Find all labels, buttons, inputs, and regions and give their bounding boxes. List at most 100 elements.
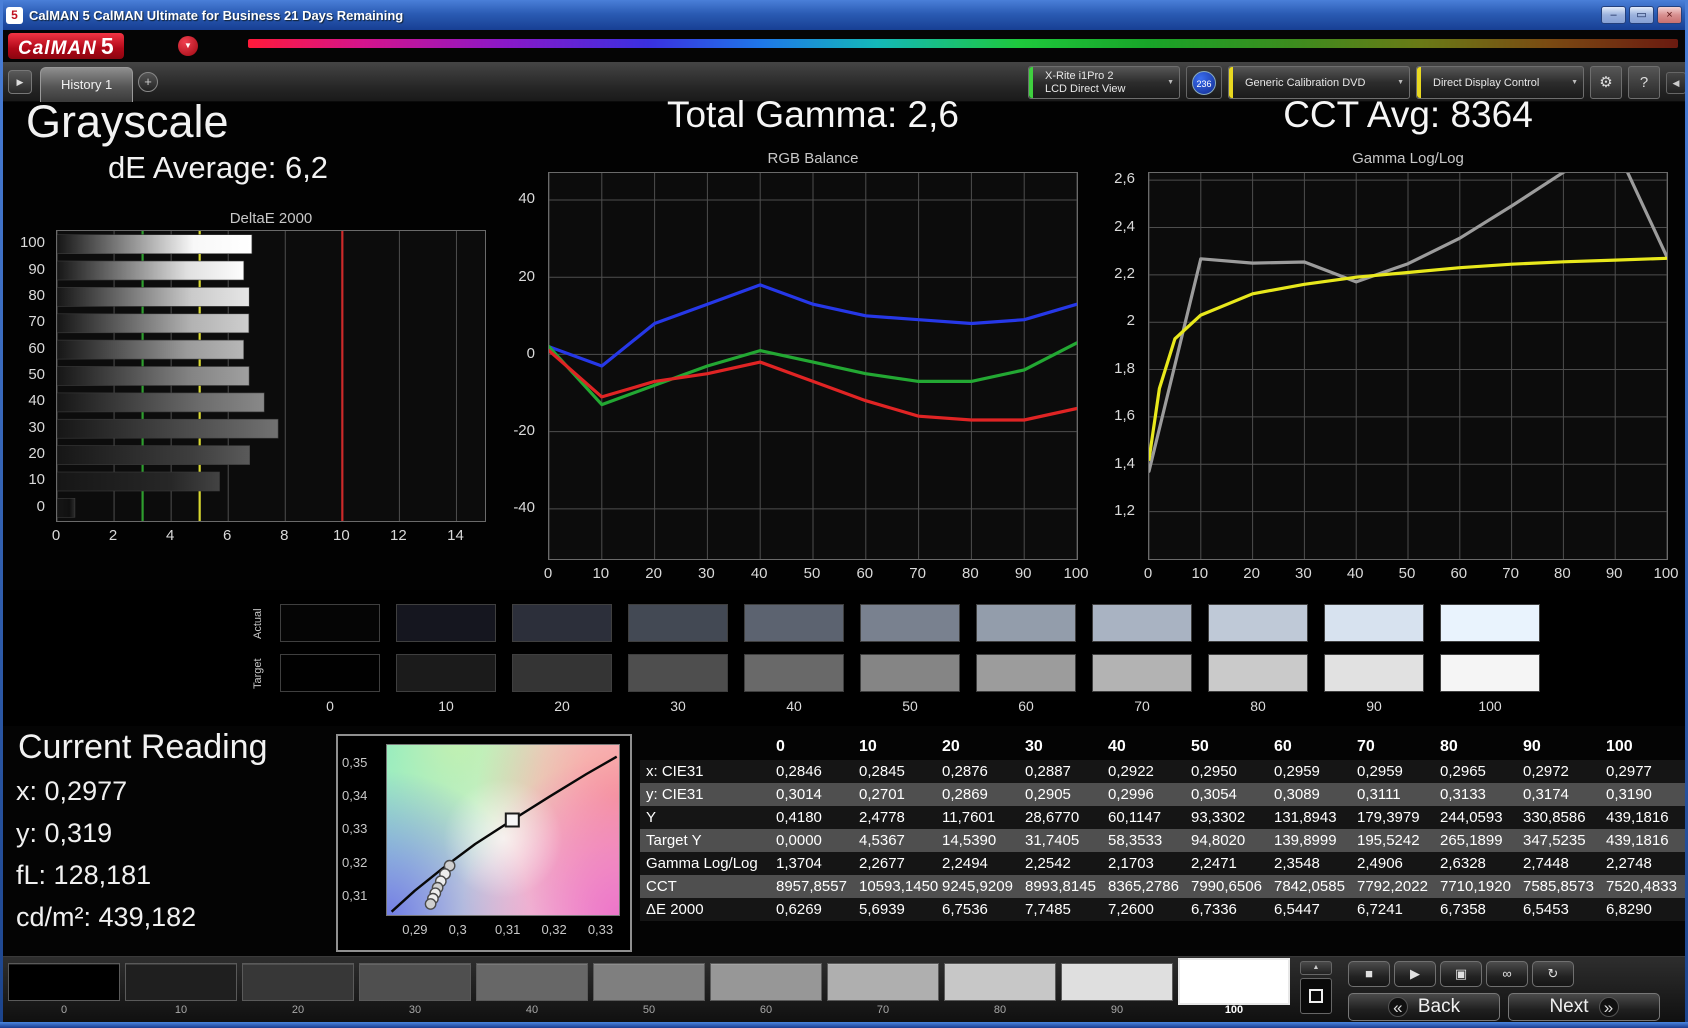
patch-button-0[interactable] — [8, 963, 120, 1001]
table-cell: 11,7601 — [942, 809, 996, 826]
table-cell: 7990,6506 — [1191, 878, 1262, 895]
y-axis-tick-label: 1,8 — [1114, 359, 1135, 377]
table-cell: 0,2965 — [1440, 763, 1486, 780]
x-axis-tick-label: 10 — [332, 527, 350, 544]
back-button[interactable]: « Back — [1348, 993, 1500, 1021]
table-row: Y 0,4180 2,4778 11,7601 28,6770 60,1147 93,330… — [640, 806, 1686, 829]
x-axis-tick-label: 0 — [543, 565, 553, 582]
x-axis-tick-label: 12 — [390, 527, 407, 544]
table-cell: 94,8020 — [1191, 832, 1246, 849]
table-cell: 2,2542 — [1025, 855, 1071, 872]
rgb-balance-chart — [548, 172, 1078, 560]
y-axis-tick-label: 1,2 — [1114, 501, 1135, 519]
table-row: Gamma Log/Log 1,3704 2,2677 2,2494 2,2542 2,1… — [640, 852, 1686, 875]
table-cell: 0,3089 — [1274, 786, 1320, 803]
patch-button-70[interactable] — [827, 963, 939, 1001]
swatch-column-label: 70 — [1134, 698, 1150, 714]
app-icon: 5 — [6, 6, 23, 24]
continuous-button[interactable]: ∞ — [1486, 961, 1528, 987]
table-cell: 0,2846 — [776, 763, 822, 780]
patch-label: 60 — [759, 1004, 773, 1016]
table-cell: 2,2494 — [942, 855, 988, 872]
table-cell: 6,7536 — [942, 901, 988, 918]
table-column-header: 0 — [776, 738, 785, 755]
panel-flyout-button[interactable]: ▶ — [8, 70, 32, 94]
add-tab-button[interactable]: + — [138, 72, 158, 92]
loop-button[interactable]: ↻ — [1532, 961, 1574, 987]
pattern-button[interactable]: ▣ — [1440, 961, 1482, 987]
cie-x-axis: 0,29 0,3 0,31 0,32 0,33 — [386, 922, 620, 938]
x-axis-tick-label: 0,33 — [587, 922, 614, 937]
target-swatch-80 — [1208, 654, 1308, 692]
y-axis-tick-label: 2,6 — [1114, 170, 1135, 188]
table-cell: 244,0593 — [1440, 809, 1503, 826]
patch-button-100[interactable] — [1178, 958, 1290, 1005]
x-axis-tick-label: 10 — [592, 565, 610, 582]
close-button[interactable]: × — [1657, 6, 1682, 24]
collapse-toolbar-button[interactable]: ◀ — [1666, 72, 1686, 94]
y-axis-tick-label: 0 — [36, 497, 45, 515]
restore-button[interactable]: ▭ — [1629, 6, 1654, 24]
pattern-up-button[interactable]: ▲ — [1300, 961, 1332, 975]
patch-button-90[interactable] — [1061, 963, 1173, 1001]
patch-button-30[interactable] — [359, 963, 471, 1001]
table-cell: 439,1816 — [1606, 832, 1669, 849]
pattern-window-button[interactable] — [1300, 978, 1332, 1014]
patch-button-20[interactable] — [242, 963, 354, 1001]
patch-label: 20 — [291, 1004, 305, 1016]
target-swatch-0 — [280, 654, 380, 692]
table-column-header: 50 — [1191, 738, 1209, 755]
patch-button-10[interactable] — [125, 963, 237, 1001]
table-cell: 0,2922 — [1108, 763, 1154, 780]
patch-button-80[interactable] — [944, 963, 1056, 1001]
deltae-chart-title: DeltaE 2000 — [229, 210, 313, 227]
y-axis-tick-label: -40 — [513, 499, 535, 517]
table-cell: 0,2959 — [1274, 763, 1320, 780]
patch-button-50[interactable] — [593, 963, 705, 1001]
table-cell: 7792,2022 — [1357, 878, 1428, 895]
table-row-label: Gamma Log/Log — [646, 855, 758, 872]
minimize-button[interactable]: – — [1601, 6, 1626, 24]
stop-button[interactable]: ■ — [1348, 961, 1390, 987]
table-cell: 7,2600 — [1108, 901, 1154, 918]
patch-button-60[interactable] — [710, 963, 822, 1001]
y-axis-tick-label: 0,33 — [342, 821, 368, 837]
chevron-down-icon: ▼ — [1397, 79, 1404, 86]
table-cell: 0,0000 — [776, 832, 822, 849]
gear-icon: ⚙ — [1599, 74, 1613, 91]
table-cell: 347,5235 — [1523, 832, 1586, 849]
swatch-column-label: 80 — [1250, 698, 1266, 714]
table-row: Target Y 0,0000 4,5367 14,5390 31,7405 58,353… — [640, 829, 1686, 852]
table-cell: 131,8943 — [1274, 809, 1337, 826]
gamma-y-axis: 1,2 1,4 1,6 1,8 2 2,2 2,4 2,6 — [1098, 170, 1142, 560]
target-swatch-20 — [512, 654, 612, 692]
table-cell: 0,3111 — [1357, 786, 1401, 803]
table-row-label: Target Y — [646, 832, 702, 849]
patch-button-40[interactable] — [476, 963, 588, 1001]
pattern-patch-bar: 0 10 20 30 40 50 60 70 80 90 100 ▲ ■ ▶ ▣ ∞ ↻ « Back Ne… — [0, 956, 1688, 1022]
target-swatch-10 — [396, 654, 496, 692]
arrow-left-icon: ◀ — [1672, 78, 1680, 88]
table-column-header: 80 — [1440, 738, 1458, 755]
table-column-header: 100 — [1606, 738, 1633, 755]
table-cell: 10593,1450 — [859, 878, 938, 895]
table-cell: 9245,9209 — [942, 878, 1013, 895]
rgb-y-axis: 40 20 0 -20 -40 — [498, 172, 542, 560]
pattern-window-icon — [1309, 989, 1323, 1003]
arrow-right-icon: ▶ — [16, 77, 24, 87]
play-button[interactable]: ▶ — [1394, 961, 1436, 987]
table-cell: 8993,8145 — [1025, 878, 1096, 895]
next-button[interactable]: Next » — [1508, 993, 1660, 1021]
patch-label: 90 — [1110, 1004, 1124, 1016]
table-cell: 0,3133 — [1440, 786, 1486, 803]
patch-label: 10 — [174, 1004, 188, 1016]
deltae-2000-chart — [56, 230, 486, 522]
table-cell: 4,5367 — [859, 832, 905, 849]
x-axis-tick-label: 4 — [165, 527, 175, 544]
logo-menu-button[interactable]: ▼ — [178, 36, 198, 56]
y-axis-tick-label: 80 — [28, 286, 45, 304]
calman-logo: CalMAN 5 — [8, 33, 124, 59]
actual-swatch-20 — [512, 604, 612, 642]
x-axis-tick-label: 10 — [1191, 565, 1209, 582]
table-cell: 7842,0585 — [1274, 878, 1345, 895]
